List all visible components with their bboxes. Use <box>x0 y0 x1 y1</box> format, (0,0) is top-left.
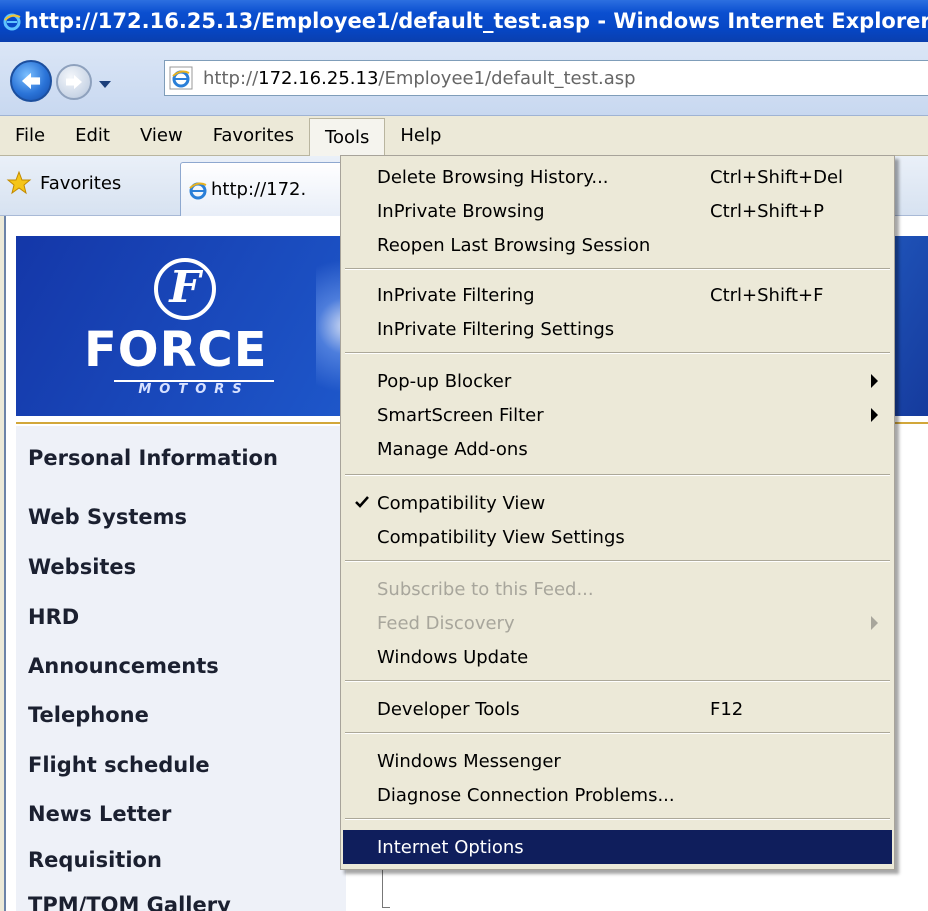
menu-item-label: Reopen Last Browsing Session <box>377 234 651 256</box>
nav-requisition[interactable]: Requisition <box>28 848 162 872</box>
menu-item-shortcut: F12 <box>710 698 744 720</box>
nav-tpm-tqm-gallery[interactable]: TPM/TQM Gallery <box>28 893 231 911</box>
back-button[interactable] <box>10 60 52 102</box>
address-field[interactable]: http://172.16.25.13/Employee1/default_te… <box>164 60 928 96</box>
forward-button[interactable] <box>56 64 92 100</box>
menu-item-label: Feed Discovery <box>377 612 515 634</box>
favorites-star-icon <box>6 170 32 195</box>
menu-item-label: InPrivate Filtering <box>377 284 535 306</box>
history-dropdown-icon[interactable] <box>97 77 113 91</box>
menu-item-inprivate-browsing[interactable]: InPrivate Browsing Ctrl+Shift+P <box>343 194 892 228</box>
url-path: /Employee1/default_test.asp <box>378 67 636 89</box>
menu-item-label: Windows Update <box>377 646 529 668</box>
menu-item-compatibility-view[interactable]: Compatibility View <box>343 486 892 520</box>
favorites-button[interactable]: Favorites <box>6 170 121 196</box>
menu-item-reopen-last-session[interactable]: Reopen Last Browsing Session <box>343 228 892 262</box>
nav-web-systems[interactable]: Web Systems <box>28 505 187 529</box>
browser-tab[interactable]: http://172. <box>180 162 360 216</box>
submenu-arrow-icon <box>871 408 878 422</box>
menu-item-diagnose-connection[interactable]: Diagnose Connection Problems... <box>343 778 892 812</box>
menu-bar: File Edit View Favorites Tools Help <box>0 116 928 156</box>
back-arrow-icon <box>21 72 41 90</box>
checkmark-icon <box>355 496 369 508</box>
menu-item-label: Developer Tools <box>377 698 520 720</box>
nav-announcements[interactable]: Announcements <box>28 654 219 678</box>
nav-flight-schedule[interactable]: Flight schedule <box>28 753 210 777</box>
menu-item-shortcut: Ctrl+Shift+Del <box>710 166 844 188</box>
menu-item-label: Compatibility View Settings <box>377 526 625 548</box>
menu-separator <box>345 680 890 682</box>
menu-item-label: SmartScreen Filter <box>377 404 544 426</box>
logo-tagline: MOTORS <box>114 380 274 397</box>
force-motors-logo[interactable]: F FORCE MOTORS <box>70 258 290 398</box>
menu-help[interactable]: Help <box>385 119 456 153</box>
menu-item-inprivate-filtering[interactable]: InPrivate Filtering Ctrl+Shift+F <box>343 278 892 312</box>
navigation-bar: http://172.16.25.13/Employee1/default_te… <box>0 42 928 116</box>
menu-item-inprivate-filtering-settings[interactable]: InPrivate Filtering Settings <box>343 312 892 346</box>
forward-arrow-icon <box>66 74 82 90</box>
nav-news-letter[interactable]: News Letter <box>28 802 171 826</box>
menu-item-label: InPrivate Browsing <box>377 200 545 222</box>
menu-separator <box>345 818 890 820</box>
window-titlebar[interactable]: http://172.16.25.13/Employee1/default_te… <box>0 0 928 42</box>
side-navigation: Personal Information Web Systems Website… <box>16 426 346 911</box>
logo-emblem: F <box>154 258 216 320</box>
menu-separator <box>345 474 890 476</box>
menu-item-label: Pop-up Blocker <box>377 370 512 392</box>
menu-item-shortcut: Ctrl+Shift+F <box>710 284 824 306</box>
nav-websites[interactable]: Websites <box>28 555 136 579</box>
url-scheme: http:// <box>203 67 259 89</box>
text-cursor-bracket <box>382 868 390 908</box>
menu-item-windows-messenger[interactable]: Windows Messenger <box>343 744 892 778</box>
menu-item-feed-discovery: Feed Discovery <box>343 606 892 640</box>
menu-edit[interactable]: Edit <box>60 119 125 153</box>
menu-item-internet-options[interactable]: Internet Options <box>343 830 892 864</box>
menu-separator <box>345 732 890 734</box>
menu-item-label: Compatibility View <box>377 492 546 514</box>
nav-telephone[interactable]: Telephone <box>28 703 149 727</box>
url-host: 172.16.25.13 <box>258 67 379 89</box>
menu-item-label: Delete Browsing History... <box>377 166 609 188</box>
menu-item-manage-addons[interactable]: Manage Add-ons <box>343 432 892 466</box>
menu-tools[interactable]: Tools <box>309 117 386 156</box>
menu-item-label: Diagnose Connection Problems... <box>377 784 675 806</box>
logo-name: FORCE <box>84 322 268 378</box>
menu-item-compatibility-view-settings[interactable]: Compatibility View Settings <box>343 520 892 554</box>
submenu-arrow-icon <box>871 374 878 388</box>
menu-item-label: InPrivate Filtering Settings <box>377 318 615 340</box>
menu-item-label: Subscribe to this Feed... <box>377 578 594 600</box>
page-ie-icon <box>169 66 193 90</box>
ie-logo-icon <box>3 13 21 31</box>
menu-item-label: Windows Messenger <box>377 750 561 772</box>
submenu-arrow-icon <box>871 616 878 630</box>
menu-item-label: Internet Options <box>377 836 524 858</box>
menu-item-subscribe-feed: Subscribe to this Feed... <box>343 572 892 606</box>
menu-item-delete-browsing-history[interactable]: Delete Browsing History... Ctrl+Shift+De… <box>343 160 892 194</box>
menu-separator <box>345 560 890 562</box>
window-title: http://172.16.25.13/Employee1/default_te… <box>24 9 928 33</box>
menu-view[interactable]: View <box>125 119 198 153</box>
nav-hrd[interactable]: HRD <box>28 605 79 629</box>
menu-file[interactable]: File <box>0 119 60 153</box>
tab-ie-icon <box>189 182 207 199</box>
menu-item-label: Manage Add-ons <box>377 438 528 460</box>
menu-item-popup-blocker[interactable]: Pop-up Blocker <box>343 364 892 398</box>
menu-item-smartscreen-filter[interactable]: SmartScreen Filter <box>343 398 892 432</box>
tab-label: http://172. <box>211 179 307 200</box>
nav-personal-information[interactable]: Personal Information <box>28 446 278 470</box>
menu-separator <box>345 352 890 354</box>
menu-item-developer-tools[interactable]: Developer Tools F12 <box>343 692 892 726</box>
favorites-label: Favorites <box>40 172 122 194</box>
menu-separator <box>345 268 890 270</box>
menu-favorites[interactable]: Favorites <box>198 119 309 153</box>
menu-item-shortcut: Ctrl+Shift+P <box>710 200 824 222</box>
tools-dropdown-menu: Delete Browsing History... Ctrl+Shift+De… <box>340 155 895 870</box>
menu-item-windows-update[interactable]: Windows Update <box>343 640 892 674</box>
